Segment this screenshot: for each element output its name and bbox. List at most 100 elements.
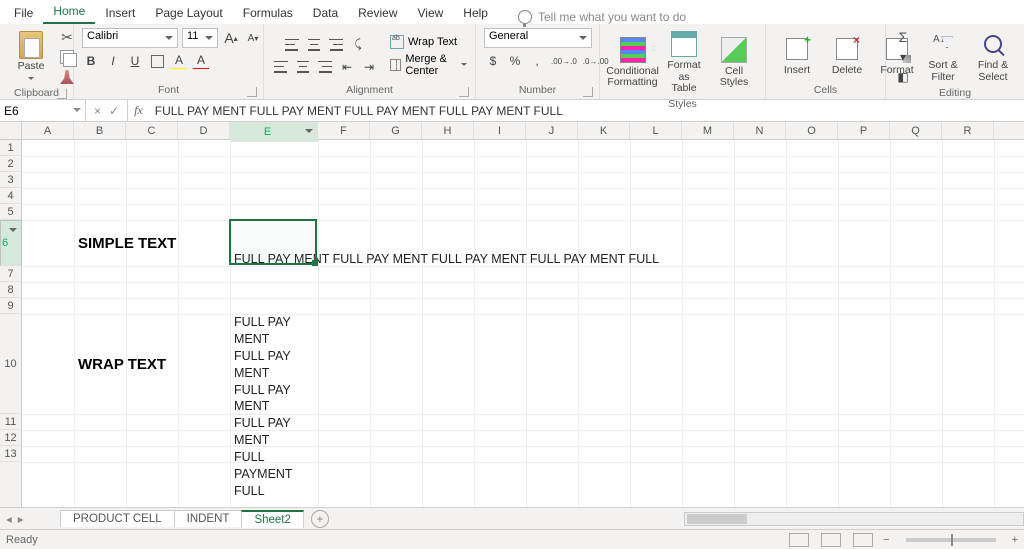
tab-review[interactable]: Review [348,3,407,24]
column-header[interactable]: G [370,122,422,139]
font-size-select[interactable]: 11 [182,28,218,48]
formula-input[interactable]: FULL PAY MENT FULL PAY MENT FULL PAY MEN… [149,104,1024,118]
paste-button[interactable]: Paste [8,29,54,85]
align-center-button[interactable] [294,58,312,76]
italic-button[interactable]: I [104,52,122,70]
increase-decimal-button[interactable]: .00→.0 [550,52,578,70]
row-header[interactable]: 2 [0,156,21,172]
scrollbar-thumb[interactable] [687,514,747,524]
row-header[interactable]: 5 [0,204,21,220]
row-header[interactable]: 1 [0,140,21,156]
cell-styles-button[interactable]: Cell Styles [711,34,757,91]
fx-icon[interactable]: fx [128,103,149,118]
align-left-button[interactable] [272,58,290,76]
increase-font-button[interactable]: A▴ [222,29,240,47]
row-header[interactable]: 3 [0,172,21,188]
zoom-in-button[interactable]: + [1012,534,1018,546]
row-header[interactable]: 13 [0,446,21,462]
page-layout-view-button[interactable] [821,533,841,547]
font-name-select[interactable]: Calibri [82,28,178,48]
enter-entry-button[interactable]: ✓ [109,104,119,118]
tab-home[interactable]: Home [43,1,95,24]
column-header[interactable]: H [422,122,474,139]
row-header[interactable]: 12 [0,430,21,446]
fill-color-button[interactable]: A [170,52,188,70]
column-header[interactable]: O [786,122,838,139]
increase-indent-button[interactable]: ⇥ [360,58,378,76]
cells-insert-button[interactable]: Insert [774,33,820,79]
tab-data[interactable]: Data [303,3,348,24]
dialog-launcher-icon[interactable] [57,89,67,99]
new-sheet-button[interactable]: + [311,510,329,528]
next-sheet-button[interactable]: ▸ [18,512,24,526]
decrease-indent-button[interactable]: ⇤ [338,58,356,76]
tell-me-search[interactable]: Tell me what you want to do [518,10,686,24]
name-box[interactable]: E6 [0,100,86,121]
percent-button[interactable]: % [506,52,524,70]
conditional-formatting-button[interactable]: Conditional Formatting [608,34,657,91]
row-header[interactable]: 7 [0,266,21,282]
align-top-button[interactable] [283,36,301,54]
page-break-view-button[interactable] [853,533,873,547]
underline-button[interactable]: U [126,52,144,70]
select-all-corner[interactable] [0,122,22,140]
decrease-font-button[interactable]: A▾ [244,29,262,47]
column-header[interactable]: J [526,122,578,139]
fill-handle[interactable] [312,260,318,266]
column-header[interactable]: N [734,122,786,139]
dialog-launcher-icon[interactable] [583,87,593,97]
sheet-tab-product-cell[interactable]: PRODUCT CELL [60,510,175,527]
zoom-out-button[interactable]: − [883,534,889,546]
column-header[interactable]: M [682,122,734,139]
find-select-button[interactable]: Find & Select [970,28,1016,85]
clear-button[interactable]: ◧ [894,68,912,86]
align-middle-button[interactable] [305,36,323,54]
autosum-button[interactable]: Σ [894,28,912,46]
cells-delete-button[interactable]: Delete [824,33,870,79]
column-header[interactable]: I [474,122,526,139]
merge-center-button[interactable]: Merge & Center [390,53,467,77]
cells-area[interactable]: SIMPLE TEXTFULL PAY MENT FULL PAY MENT F… [22,140,1024,507]
row-header[interactable]: 11 [0,414,21,430]
column-header[interactable]: E [230,122,318,142]
sheet-tab-sheet2[interactable]: Sheet2 [241,510,303,528]
column-header[interactable]: C [126,122,178,139]
tab-help[interactable]: Help [453,3,498,24]
borders-button[interactable] [148,52,166,70]
sheet-tab-indent[interactable]: INDENT [174,510,243,527]
bold-button[interactable]: B [82,52,100,70]
tab-page-layout[interactable]: Page Layout [145,3,232,24]
fill-button[interactable]: ▾ [894,48,912,66]
orientation-button[interactable]: ⤹ [349,36,367,54]
format-as-table-button[interactable]: Format as Table [661,28,707,97]
prev-sheet-button[interactable]: ◂ [6,512,12,526]
column-header[interactable]: P [838,122,890,139]
column-header[interactable]: B [74,122,126,139]
row-header[interactable]: 4 [0,188,21,204]
column-header[interactable]: L [630,122,682,139]
comma-button[interactable]: , [528,52,546,70]
cancel-entry-button[interactable]: × [94,104,101,118]
row-header[interactable]: 6 [0,220,22,266]
column-header[interactable]: R [942,122,994,139]
column-header[interactable]: D [178,122,230,139]
wrap-text-button[interactable]: Wrap Text [390,35,457,49]
dialog-launcher-icon[interactable] [247,87,257,97]
zoom-slider[interactable] [906,538,996,542]
row-header[interactable]: 10 [0,314,21,414]
currency-button[interactable]: $ [484,52,502,70]
align-bottom-button[interactable] [327,36,345,54]
tab-insert[interactable]: Insert [95,3,145,24]
font-color-button[interactable]: A [192,52,210,70]
dialog-launcher-icon[interactable] [459,87,469,97]
row-header[interactable]: 8 [0,282,21,298]
column-header[interactable]: K [578,122,630,139]
tab-view[interactable]: View [408,3,454,24]
worksheet-grid[interactable]: ABCDEFGHIJKLMNOPQR 12345678910111213 SIM… [0,122,1024,507]
row-header[interactable]: 9 [0,298,21,314]
tab-formulas[interactable]: Formulas [233,3,303,24]
horizontal-scrollbar[interactable] [684,512,1024,526]
column-header[interactable]: Q [890,122,942,139]
align-right-button[interactable] [316,58,334,76]
number-format-select[interactable]: General [484,28,592,48]
